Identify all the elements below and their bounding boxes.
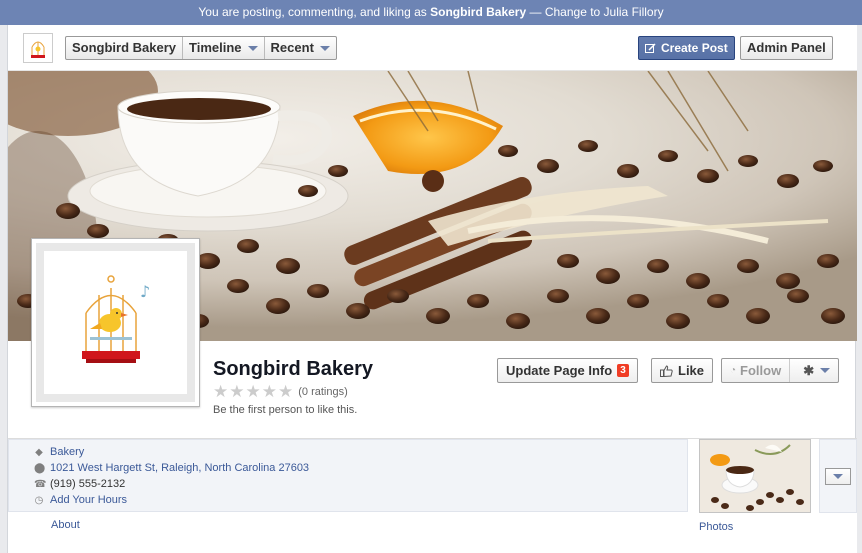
hours-row: ◷ Add Your Hours	[34, 494, 127, 506]
nav-recent-dropdown[interactable]: Recent	[265, 37, 336, 59]
more-apps-toggle[interactable]	[825, 467, 851, 485]
page-toolbar: Songbird Bakery Timeline Recent Create P…	[8, 25, 857, 71]
tab-about[interactable]: About	[51, 519, 80, 531]
posting-as-banner: You are posting, commenting, and liking …	[0, 0, 862, 25]
photos-thumbnail[interactable]	[699, 439, 811, 513]
change-identity-link[interactable]: Change to Julia Fillory	[545, 5, 664, 19]
chevron-down-icon	[247, 45, 258, 51]
star-icon: ★	[278, 382, 294, 401]
category-row: ◆ Bakery	[34, 446, 84, 458]
about-box[interactable]: ◆ Bakery ⬤ 1021 West Hargett St, Raleigh…	[8, 439, 688, 512]
create-post-button[interactable]: Create Post	[638, 36, 735, 60]
pencil-icon	[645, 42, 656, 53]
star-icon: ★	[245, 382, 261, 401]
gear-icon: ✱	[803, 362, 815, 378]
thumbs-up-icon	[660, 364, 673, 377]
tag-icon: ◆	[35, 446, 43, 458]
follow-button-group: ◔ Follow ✱	[721, 358, 840, 383]
settings-dropdown[interactable]: ✱	[795, 359, 838, 382]
admin-panel-button[interactable]: Admin Panel	[740, 36, 833, 60]
like-prompt: Be the first person to like this.	[213, 404, 358, 416]
chevron-down-icon	[833, 473, 843, 479]
star-icon: ★	[229, 382, 245, 401]
rating-count: (0 ratings)	[298, 386, 348, 398]
page-container: Songbird Bakery Timeline Recent Create P…	[7, 25, 857, 553]
rss-icon: ◔	[730, 365, 737, 376]
page-logo-thumbnail[interactable]	[23, 33, 53, 63]
tab-photos[interactable]: Photos	[699, 521, 733, 533]
birdcage-icon	[31, 41, 45, 58]
nav-timeline-dropdown[interactable]: Timeline	[183, 37, 265, 59]
svg-text:♪: ♪	[140, 282, 150, 301]
info-section: ◆ Bakery ⬤ 1021 West Hargett St, Raleigh…	[8, 438, 857, 553]
profile-picture[interactable]: ♪	[31, 238, 200, 407]
address-row: ⬤ 1021 West Hargett St, Raleigh, North C…	[34, 462, 309, 474]
add-hours-link[interactable]: Add Your Hours	[50, 494, 127, 506]
clock-icon: ◷	[34, 494, 44, 506]
phone-row: ☎ (919) 555-2132	[34, 478, 125, 490]
address-link[interactable]: 1021 West Hargett St, Raleigh, North Car…	[50, 462, 309, 474]
nav-page-name-button[interactable]: Songbird Bakery	[66, 37, 184, 59]
notification-badge: 3	[617, 364, 629, 377]
category-link[interactable]: Bakery	[50, 446, 84, 458]
posting-as-page-name: Songbird Bakery	[430, 5, 527, 19]
star-rating[interactable]: ★ ★ ★ ★ ★ (0 ratings)	[213, 383, 348, 401]
update-page-info-button[interactable]: Update Page Info 3	[497, 358, 638, 383]
posting-as-text: You are posting, commenting, and liking …	[198, 5, 427, 19]
follow-button[interactable]: ◔ Follow	[722, 359, 791, 382]
phone-number: (919) 555-2132	[50, 478, 126, 490]
photo-preview	[700, 440, 810, 512]
chevron-down-icon	[319, 45, 330, 51]
page-title: Songbird Bakery	[213, 358, 374, 380]
more-apps-box	[819, 439, 857, 513]
star-icon: ★	[213, 382, 229, 401]
posting-as-separator: —	[529, 5, 542, 19]
chevron-down-icon	[820, 368, 831, 373]
map-pin-icon: ⬤	[34, 462, 46, 474]
page-nav: Songbird Bakery Timeline Recent	[65, 36, 337, 60]
like-button[interactable]: Like	[651, 358, 714, 383]
songbird-cage-logo: ♪	[81, 274, 150, 363]
phone-icon: ☎	[34, 478, 47, 490]
star-icon: ★	[261, 382, 277, 401]
